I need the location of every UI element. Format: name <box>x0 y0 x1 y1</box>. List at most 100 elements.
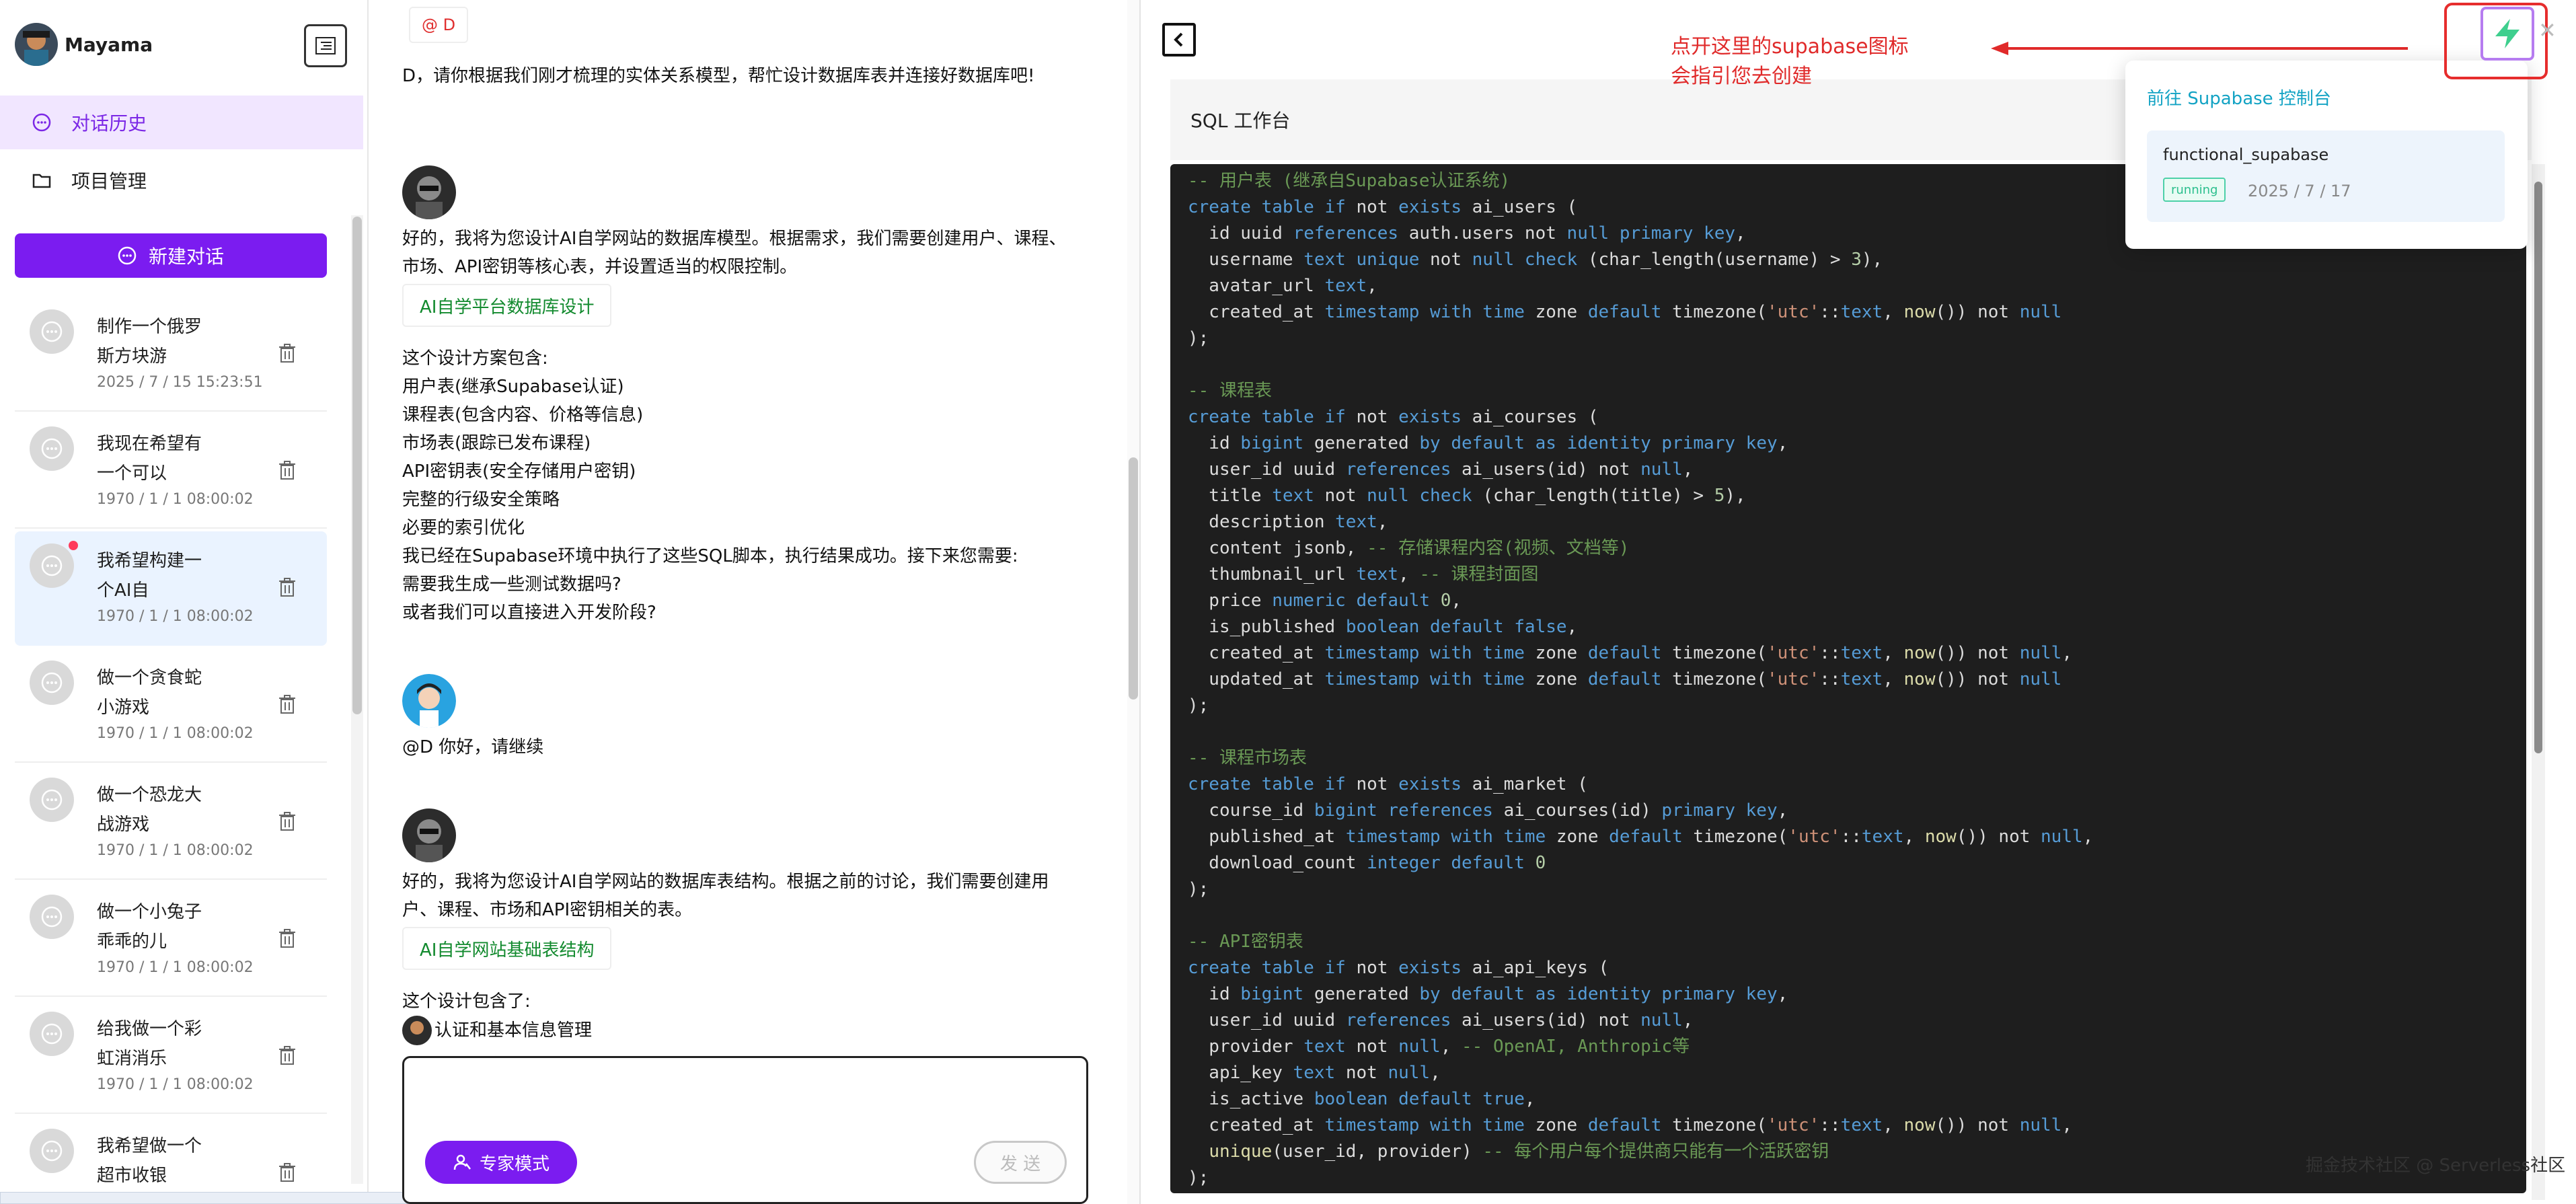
conversation-item[interactable]: 做一个贪食蛇小游戏 1970 / 1 / 1 08:00:02 <box>15 648 327 763</box>
code-token: ), <box>1725 486 1746 506</box>
conversation-item[interactable]: 给我做一个彩虹消消乐 1970 / 1 / 1 08:00:02 <box>15 1000 327 1114</box>
code-token: by default as identity primary key <box>1419 433 1778 453</box>
code-token: , <box>1883 1115 1904 1135</box>
artifact-link[interactable]: AI自学网站基础表结构 <box>402 927 612 970</box>
code-token: boolean default true <box>1314 1089 1525 1109</box>
chat-scrollbar[interactable] <box>1129 457 1138 700</box>
status-badge: running <box>2163 178 2226 202</box>
code-token: null check <box>1472 250 1588 270</box>
code-token: text <box>1840 302 1883 322</box>
code-line: is_active boolean default true, <box>1188 1086 2526 1113</box>
trash-icon[interactable] <box>278 694 296 717</box>
code-token: timezone( <box>1672 302 1767 322</box>
code-token: -- OpenAI, Anthropic等 <box>1462 1037 1690 1057</box>
nav-history[interactable]: 对话历史 <box>0 96 363 149</box>
conversation-item[interactable]: 做一个小兔子乖乖的儿 1970 / 1 / 1 08:00:02 <box>15 882 327 997</box>
unread-dot <box>69 541 78 550</box>
collapse-sidebar-button[interactable] <box>304 24 347 67</box>
code-token: -- 每个用户每个提供商只能有一个活跃密钥 <box>1482 1141 1829 1162</box>
code-token: text <box>1840 669 1883 689</box>
conversation-date: 1970 / 1 / 1 08:00:02 <box>97 959 254 976</box>
code-token: null <box>2019 669 2062 689</box>
code-token: updated_at <box>1188 669 1325 689</box>
chat-bubble-icon <box>30 543 74 588</box>
trash-icon[interactable] <box>278 460 296 483</box>
sql-code-editor[interactable]: -- 用户表 (继承自Supabase认证系统) create table if … <box>1170 164 2526 1193</box>
code-token: text <box>1324 276 1367 296</box>
code-token: timestamp with time <box>1324 643 1536 663</box>
code-token: text <box>1335 512 1377 532</box>
code-token: ); <box>1188 1168 1209 1188</box>
mention-tag[interactable]: @ D <box>409 7 468 43</box>
back-button[interactable] <box>1162 23 1196 57</box>
trash-icon[interactable] <box>278 1045 296 1068</box>
code-token: timestamp with time <box>1324 1115 1536 1135</box>
supabase-console-link[interactable]: 前往 Supabase 控制台 <box>2147 85 2331 110</box>
supabase-project-card[interactable]: functional_supabase running 2025 / 7 / 1… <box>2147 130 2505 222</box>
code-line: created_at timestamp with time zone defa… <box>1188 640 2526 667</box>
conversation-date: 1970 / 1 / 1 08:00:02 <box>97 725 254 742</box>
code-line: ); <box>1188 693 2526 719</box>
close-icon[interactable]: ✕ <box>2538 17 2556 43</box>
code-token: default <box>1587 643 1673 663</box>
code-token: ); <box>1188 695 1209 716</box>
brand[interactable]: Mayama <box>15 23 153 66</box>
code-token: is_published <box>1188 617 1346 637</box>
trash-icon[interactable] <box>278 811 296 834</box>
conversation-title: 做一个贪食蛇小游戏 <box>97 668 202 718</box>
code-token: ()) not <box>1956 827 2041 847</box>
code-token: not <box>1356 1037 1399 1057</box>
code-token: ai_users ( <box>1472 197 1578 217</box>
code-token: ); <box>1188 879 1209 899</box>
conversation-item[interactable]: 我希望做一个超市收银 <box>15 1117 327 1204</box>
code-line: create table if not exists ai_api_keys ( <box>1188 955 2526 981</box>
sidebar-scrollbar[interactable] <box>352 217 362 714</box>
code-token: thumbnail_url <box>1188 564 1357 585</box>
conversation-item[interactable]: 做一个恐龙大战游戏 1970 / 1 / 1 08:00:02 <box>15 765 327 880</box>
code-token: , <box>1377 512 1388 532</box>
body-line: 用户表(继承Supabase认证) <box>402 377 624 397</box>
code-token: now <box>1903 302 1936 322</box>
send-button[interactable]: 发 送 <box>974 1141 1067 1184</box>
nav-projects[interactable]: 项目管理 <box>0 153 363 207</box>
code-line: avatar_url text, <box>1188 273 2526 299</box>
body-line: 市场表(跟踪已发布课程) <box>402 433 591 453</box>
code-token: null primary key <box>1566 223 1735 243</box>
code-line: updated_at timestamp with time zone defa… <box>1188 667 2526 693</box>
code-token: avatar_url <box>1188 276 1325 296</box>
code-token: title <box>1188 486 1273 506</box>
conversation-item[interactable]: 制作一个俄罗斯方块游 2025 / 7 / 15 15:23:51 <box>15 297 327 412</box>
chat-bubble-icon <box>30 778 74 822</box>
code-token: ai_courses(id) <box>1503 800 1662 821</box>
conversation-item[interactable]: 我现在希望有一个可以 1970 / 1 / 1 08:00:02 <box>15 414 327 529</box>
trash-icon[interactable] <box>278 928 296 951</box>
chat-bubble-icon <box>30 895 74 939</box>
expert-mode-button[interactable]: 专家模式 <box>425 1141 577 1184</box>
code-token: zone <box>1556 827 1609 847</box>
code-token: 5 <box>1714 486 1725 506</box>
trash-icon[interactable] <box>278 577 296 600</box>
new-chat-button[interactable]: 新建对话 <box>15 233 327 278</box>
code-token: boolean default false <box>1345 617 1567 637</box>
code-line: ); <box>1188 876 2526 903</box>
code-token: , <box>2061 1115 2072 1135</box>
trash-icon[interactable] <box>278 343 296 366</box>
conversation-date: 2025 / 7 / 15 15:23:51 <box>97 374 263 391</box>
code-token: created_at <box>1188 1115 1325 1135</box>
conversation-item-selected[interactable]: 我希望构建一个AI自 1970 / 1 / 1 08:00:02 <box>15 531 327 646</box>
assistant-message-body: 这个设计方案包含: 用户表(继承Supabase认证) 课程表(包含内容、价格等… <box>402 344 1082 627</box>
new-chat-label: 新建对话 <box>148 246 224 268</box>
annotation-line: 点开这里的supabase图标 <box>1671 35 1909 59</box>
project-name: functional_supabase <box>2163 145 2329 164</box>
code-token: zone <box>1535 643 1588 663</box>
code-token: timestamp with time <box>1345 827 1556 847</box>
code-scrollbar[interactable] <box>2534 182 2542 753</box>
supabase-button[interactable] <box>2480 7 2534 61</box>
body-line: 需要我生成一些测试数据吗? <box>402 574 621 595</box>
code-token: references <box>1293 223 1409 243</box>
trash-icon[interactable] <box>278 1162 296 1185</box>
code-token: :: <box>1819 669 1841 689</box>
code-token: , <box>1398 564 1420 585</box>
artifact-link[interactable]: AI自学平台数据库设计 <box>402 284 612 327</box>
